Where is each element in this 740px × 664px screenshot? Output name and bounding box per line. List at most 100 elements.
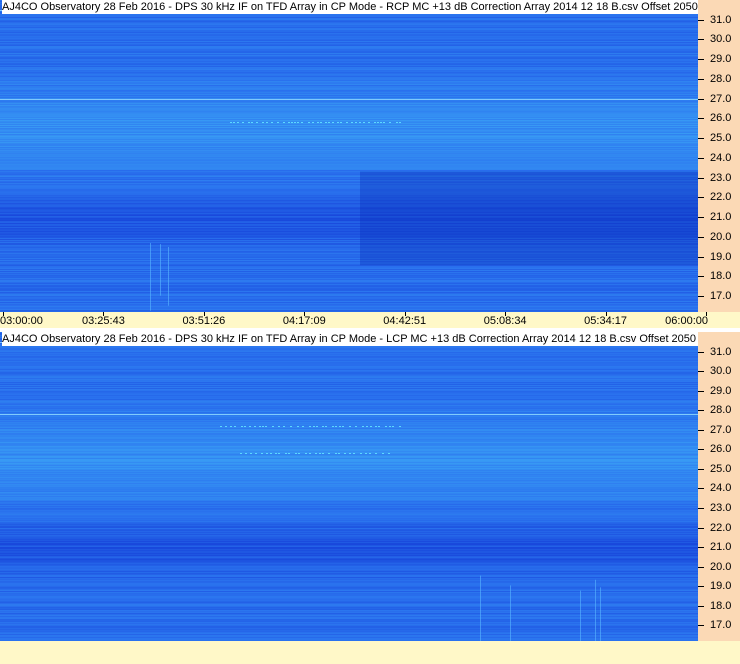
spectrogram-row: [0, 430, 698, 431]
spectrogram-row: [0, 67, 698, 68]
spectrogram-row: [0, 51, 698, 52]
y-tick-label: 23.0: [710, 502, 732, 514]
spectrogram-row: [0, 404, 698, 405]
spectrogram-row: [0, 452, 698, 453]
spectrogram-row: [0, 486, 698, 487]
spectrogram-row: [0, 540, 698, 541]
burst-dot: [294, 122, 296, 123]
spectrogram-row: [0, 47, 698, 48]
spectrogram-row: [0, 630, 698, 631]
spectrogram-row: [0, 92, 698, 93]
spectrogram-row: [0, 458, 698, 459]
spectrogram-row: [0, 481, 698, 482]
spectrogram-row: [0, 20, 698, 21]
burst-dot: [275, 453, 277, 454]
rcp-title: AJ4CO Observatory 28 Feb 2016 - DPS 30 k…: [2, 0, 740, 14]
spectrogram-row: [0, 279, 698, 280]
spectrogram-row: [0, 106, 698, 107]
y-tick: 19.0: [698, 251, 740, 263]
burst-dot: [251, 122, 253, 123]
burst-dot: [234, 426, 236, 427]
spectrogram-row: [0, 565, 698, 566]
spectrogram-row: [0, 61, 698, 62]
spectrogram-row: [0, 37, 698, 38]
spectrogram-row: [0, 409, 698, 410]
spectrogram-row: [0, 556, 698, 557]
spectrogram-row: [0, 154, 698, 155]
spectrogram-row: [0, 306, 698, 307]
burst-dot: [328, 122, 330, 123]
spectrogram-row: [0, 388, 698, 389]
burst-dot: [359, 122, 361, 123]
burst-dot: [278, 426, 280, 427]
spectrogram-row: [0, 168, 698, 169]
spectrogram-row: [0, 373, 698, 374]
spectrogram-row: [0, 348, 698, 349]
spectrogram-row: [0, 487, 698, 488]
burst-dot: [370, 426, 372, 427]
burst-dot: [298, 453, 300, 454]
spectrogram-row: [0, 74, 698, 75]
spectrogram-row: [0, 287, 698, 288]
spectrogram-row: [0, 273, 698, 274]
spectrogram-row: [0, 545, 698, 546]
spectrogram-row: [0, 44, 698, 45]
spectrogram-row: [0, 107, 698, 108]
spectrogram-row: [0, 471, 698, 472]
burst-dot: [259, 426, 261, 427]
spectrogram-row: [0, 22, 698, 23]
burst-dot: [256, 122, 258, 123]
spectrogram-row: [0, 543, 698, 544]
spectrogram-row: [0, 621, 698, 622]
y-tick: 23.0: [698, 502, 740, 514]
burst-dot: [225, 426, 227, 427]
spectrogram-row: [0, 518, 698, 519]
spectrogram-row: [0, 26, 698, 27]
spectrogram-row: [0, 289, 698, 290]
spectrogram-row: [0, 629, 698, 630]
spectrogram-row: [0, 428, 698, 429]
y-tick: 31.0: [698, 346, 740, 358]
x-tick-label: 05:08:34: [483, 315, 527, 327]
spectrogram-row: [0, 561, 698, 562]
burst-dot: [241, 426, 243, 427]
spectrogram-row: [0, 560, 698, 561]
spectrogram-row: [0, 432, 698, 433]
burst-dot: [277, 122, 279, 123]
spectrogram-row: [0, 152, 698, 153]
y-tick: 24.0: [698, 152, 740, 164]
spectrogram-row: [0, 162, 698, 163]
spectrogram-row: [0, 464, 698, 465]
spectrogram-row: [0, 410, 698, 411]
spectrogram-row: [0, 533, 698, 534]
y-tick: 25.0: [698, 463, 740, 475]
spectrogram-row: [0, 271, 698, 272]
burst-dot: [375, 453, 377, 454]
spectrogram-row: [0, 300, 698, 301]
spectrogram-row: [0, 538, 698, 539]
burst-dot: [337, 122, 339, 123]
spectrogram-row: [0, 625, 698, 626]
spectrogram-row: [0, 400, 698, 401]
spectrogram-row: [0, 46, 698, 47]
spectrogram-row: [0, 359, 698, 360]
burst-dot: [250, 453, 252, 454]
burst-dot: [240, 453, 242, 454]
spectrogram-row: [0, 390, 698, 391]
spectrogram-row: [0, 636, 698, 637]
y-tick: 22.0: [698, 191, 740, 203]
spectrogram-row: [0, 17, 698, 18]
spectrogram-row: [0, 158, 698, 159]
spectrogram-row: [0, 562, 698, 563]
spectrogram-row: [0, 608, 698, 609]
spectrogram-row: [0, 303, 698, 304]
spectrogram-row: [0, 161, 698, 162]
spectrogram-row: [0, 114, 698, 115]
spectrogram-row: [0, 294, 698, 295]
spectrogram-row: [0, 407, 698, 408]
spectrogram-row: [0, 521, 698, 522]
y-tick: 20.0: [698, 561, 740, 573]
burst-dot: [366, 426, 368, 427]
y-tick: 31.0: [698, 14, 740, 26]
burst-dot: [270, 453, 272, 454]
